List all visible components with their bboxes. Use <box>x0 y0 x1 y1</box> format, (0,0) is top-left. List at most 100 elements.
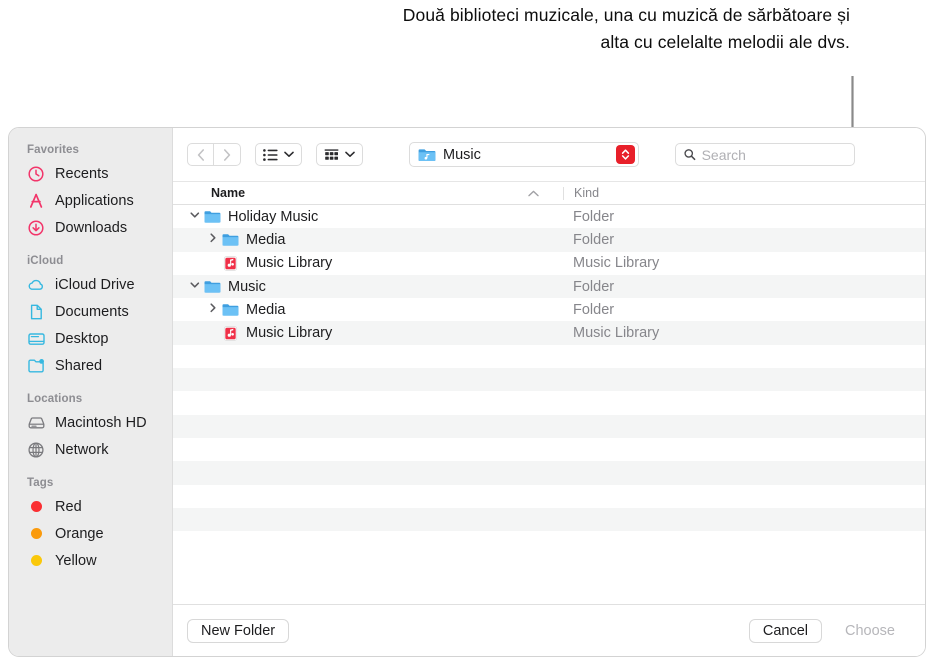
group-by-button[interactable] <box>316 143 363 166</box>
table-row[interactable]: Holiday Music Folder <box>173 205 925 229</box>
globe-icon <box>28 441 44 458</box>
table-row[interactable]: Media Folder <box>173 298 925 322</box>
sidebar-item-applications[interactable]: Applications <box>9 187 172 214</box>
sidebar-item-yellow[interactable]: Yellow <box>9 547 172 574</box>
file-name-label: Music Library <box>246 255 333 272</box>
search-input[interactable] <box>701 146 846 163</box>
sidebar-item-label: Red <box>55 498 82 515</box>
cloud-icon <box>28 279 43 290</box>
disclosure-closed-icon <box>210 303 216 313</box>
tag-dot-icon-wrap <box>26 498 46 516</box>
clock-icon <box>28 165 44 182</box>
file-list[interactable]: Holiday Music Folder Media Folder Music Libr… <box>173 205 925 604</box>
sidebar[interactable]: Favorites Recents Applications Downloads iCl… <box>9 128 173 656</box>
shared-folder-icon <box>27 358 44 372</box>
sidebar-group: Locations Macintosh HD Network <box>9 393 172 463</box>
file-name-cell: Media <box>173 302 563 318</box>
file-kind-cell: Folder <box>573 278 615 295</box>
globe-icon-wrap <box>26 441 46 459</box>
desktop-icon <box>27 332 45 345</box>
disclosure-triangle[interactable] <box>187 281 203 292</box>
column-header-kind[interactable]: Kind <box>563 186 925 200</box>
folder-icon <box>204 280 221 293</box>
sidebar-group-title: iCloud <box>27 255 64 267</box>
sidebar-item-documents[interactable]: Documents <box>9 298 172 325</box>
location-stepper-button[interactable] <box>616 145 635 164</box>
folder-icon <box>204 210 221 223</box>
file-name-cell: Media <box>173 232 563 248</box>
dialog-button-bar: New Folder Cancel Choose <box>173 604 925 656</box>
folder-icon <box>222 304 239 316</box>
shared-folder-icon-wrap <box>26 357 46 375</box>
sort-ascending-icon <box>528 190 539 196</box>
list-view-icon <box>263 148 278 161</box>
empty-row <box>173 484 925 508</box>
file-kind-cell: Folder <box>573 231 615 248</box>
sidebar-item-orange[interactable]: Orange <box>9 520 172 547</box>
table-row[interactable]: Music Library Music Library <box>173 321 925 345</box>
sidebar-item-red[interactable]: Red <box>9 493 172 520</box>
search-icon <box>684 149 696 161</box>
forward-button[interactable] <box>214 143 241 166</box>
music-library-icon-wrap <box>221 325 240 341</box>
column-header-name[interactable]: Name <box>173 186 563 200</box>
sidebar-item-recents[interactable]: Recents <box>9 160 172 187</box>
tag-dot-icon <box>30 555 42 566</box>
empty-row <box>173 344 925 369</box>
sidebar-item-downloads[interactable]: Downloads <box>9 214 172 241</box>
chevron-down-icon <box>345 151 355 157</box>
folder-icon-wrap <box>203 280 222 294</box>
column-header-name-label: Name <box>211 186 246 200</box>
file-name-label: Media <box>246 301 286 318</box>
sidebar-item-shared[interactable]: Shared <box>9 352 172 379</box>
view-options-button[interactable] <box>255 143 302 166</box>
file-name-cell: Music Library <box>173 255 563 271</box>
file-kind-cell: Music Library <box>573 325 660 342</box>
empty-row <box>173 368 925 392</box>
location-popup-label: Music <box>443 146 481 163</box>
disclosure-triangle[interactable] <box>187 211 203 222</box>
sidebar-item-icloud-drive[interactable]: iCloud Drive <box>9 271 172 298</box>
chevron-down-icon <box>284 151 294 157</box>
folder-icon <box>222 234 239 246</box>
sidebar-group-title: Favorites <box>27 144 80 156</box>
tag-dot-icon <box>30 501 42 512</box>
sidebar-item-macintosh-hd[interactable]: Macintosh HD <box>9 409 172 436</box>
table-row[interactable]: Music Folder <box>173 274 925 299</box>
file-name-label: Music <box>228 278 266 295</box>
music-library-icon-wrap <box>221 256 240 271</box>
cancel-button[interactable]: Cancel <box>748 618 823 643</box>
disclosure-open-icon <box>190 282 200 288</box>
disclosure-open-icon <box>190 212 200 218</box>
dialog-content: Music Name <box>173 128 925 656</box>
sidebar-item-label: Shared <box>55 357 103 374</box>
download-icon <box>28 219 44 236</box>
search-field[interactable] <box>675 143 855 166</box>
file-kind-cell: Music Library <box>573 255 660 272</box>
empty-row <box>173 391 925 415</box>
location-popup-button[interactable]: Music <box>409 142 639 167</box>
sidebar-group: Tags Red Orange Yellow <box>9 477 172 574</box>
tag-dot-icon <box>30 528 42 539</box>
table-row[interactable]: Music Library Music Library <box>173 251 925 275</box>
tag-dot-icon-wrap <box>26 525 46 543</box>
open-file-dialog-window: Favorites Recents Applications Downloads iCl… <box>8 127 926 657</box>
sidebar-item-label: Recents <box>55 165 109 182</box>
file-name-label: Holiday Music <box>228 208 319 225</box>
music-library-icon <box>223 325 238 341</box>
disclosure-triangle[interactable] <box>205 303 221 316</box>
sidebar-item-label: Network <box>55 441 109 458</box>
sidebar-item-desktop[interactable]: Desktop <box>9 325 172 352</box>
sidebar-item-network[interactable]: Network <box>9 436 172 463</box>
hard-drive-icon <box>28 416 44 428</box>
cloud-icon-wrap <box>26 276 46 294</box>
back-button[interactable] <box>187 143 214 166</box>
sidebar-item-label: Yellow <box>55 552 97 569</box>
choose-button[interactable]: Choose <box>831 619 909 643</box>
disclosure-triangle[interactable] <box>205 233 221 246</box>
sidebar-item-label: Desktop <box>55 330 109 347</box>
new-folder-button[interactable]: New Folder <box>187 618 290 643</box>
folder-icon-wrap <box>221 233 240 247</box>
file-name-cell: Holiday Music <box>173 209 563 225</box>
table-row[interactable]: Media Folder <box>173 228 925 252</box>
